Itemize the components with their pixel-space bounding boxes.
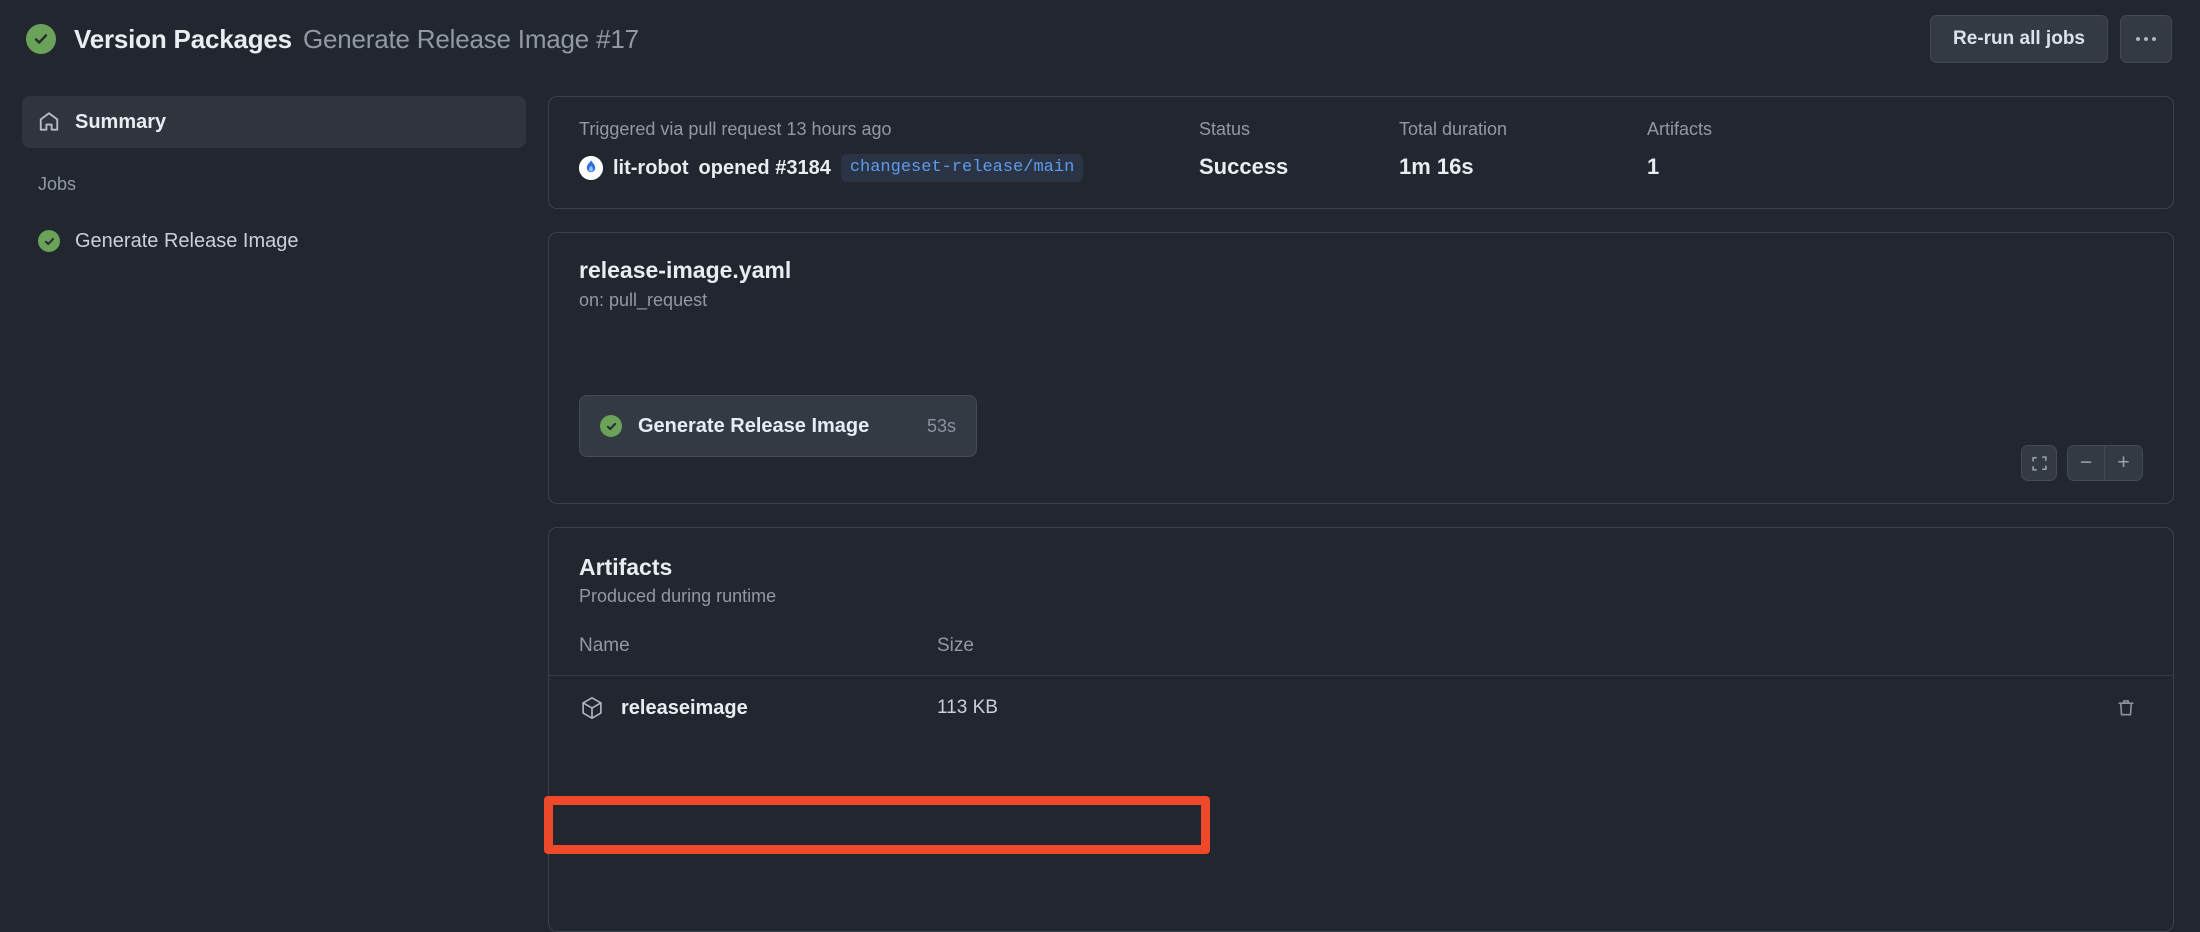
zoom-controls: − + [2067,445,2143,481]
run-info-card: Triggered via pull request 13 hours ago … [548,96,2174,209]
workflow-run-title: Version Packages [74,23,292,54]
sidebar-section-jobs: Jobs [38,174,77,194]
artifacts-count-label: Artifacts [1647,119,1713,139]
workflow-trigger: on: pull_request [579,290,708,310]
artifacts-header: Artifacts Produced during runtime [549,554,2173,607]
artifacts-card: Artifacts Produced during runtime Name S… [548,527,2174,932]
more-options-button[interactable] [2120,15,2172,63]
trigger-info: Triggered via pull request 13 hours ago … [579,119,1199,182]
branch-badge[interactable]: changeset-release/main [840,154,1084,182]
workflow-job-label: Generate Release Image [638,414,870,437]
workflow-file-name: release-image.yaml [579,257,792,283]
trigger-note: Triggered via pull request 13 hours ago [579,119,892,139]
main-content: Triggered via pull request 13 hours ago … [544,78,2174,932]
zoom-in-button[interactable]: + [2105,446,2142,480]
kebab-dot-icon [2152,37,2156,41]
delete-artifact-button[interactable] [2109,691,2143,725]
page-title: Version Packages Generate Release Image … [74,24,639,55]
artifacts-table-header: Name Size [549,635,2173,676]
page-body: Summary Jobs Generate Release Image Trig… [0,78,2200,932]
column-header-name: Name [579,635,630,656]
kebab-dot-icon [2144,37,2148,41]
duration-value: 1m 16s [1399,154,1474,179]
fit-to-screen-button[interactable] [2021,445,2057,481]
table-row[interactable]: releaseimage 113 KB [549,676,2173,740]
header-actions: Re-run all jobs [1930,15,2172,63]
workflow-job-duration: 53s [926,415,956,436]
artifact-name[interactable]: releaseimage [621,697,748,720]
avatar [579,156,603,180]
artifacts-title: Artifacts [579,554,673,580]
sidebar-item-generate-release-image[interactable]: Generate Release Image [22,215,526,267]
home-icon [38,111,60,133]
check-circle-icon [26,24,56,54]
workflow-run-subtitle: Generate Release Image #17 [302,23,639,54]
check-circle-icon [38,230,60,252]
sidebar-job-label: Generate Release Image [75,229,299,252]
check-circle-icon [600,415,622,437]
package-icon [579,695,605,721]
artifact-name-cell: releaseimage [579,695,937,721]
duration-column: Total duration 1m 16s [1399,119,1647,182]
trigger-actor[interactable]: lit-robot [613,157,689,180]
sidebar-item-summary[interactable]: Summary [22,96,526,148]
zoom-out-button[interactable]: − [2068,446,2105,480]
trigger-action[interactable]: opened #3184 [699,157,831,180]
workflow-job-node[interactable]: Generate Release Image 53s [579,395,977,457]
duration-label: Total duration [1399,119,1508,139]
sidebar-item-label: Summary [75,110,167,133]
status-label: Status [1199,119,1251,139]
rerun-all-jobs-button[interactable]: Re-run all jobs [1930,15,2108,63]
column-header-size: Size [937,635,974,656]
artifact-size: 113 KB [937,697,998,718]
sidebar: Summary Jobs Generate Release Image [0,78,548,932]
page-header: Version Packages Generate Release Image … [0,0,2200,78]
workflow-graph-card: release-image.yaml on: pull_request Gene… [548,232,2174,504]
artifacts-count-column: Artifacts 1 [1647,119,1847,182]
status-column: Status Success [1199,119,1399,182]
kebab-dot-icon [2136,37,2140,41]
trigger-actor-line: lit-robot opened #3184 changeset-release… [579,154,1199,182]
status-value: Success [1199,154,1289,179]
graph-controls: − + [2021,445,2143,481]
fit-to-screen-icon [2031,455,2048,472]
artifacts-count-value: 1 [1647,154,1660,179]
artifacts-subtitle: Produced during runtime [579,586,777,606]
trash-icon [2116,698,2136,718]
artifacts-table: Name Size releaseimage 113 KB [549,635,2173,740]
